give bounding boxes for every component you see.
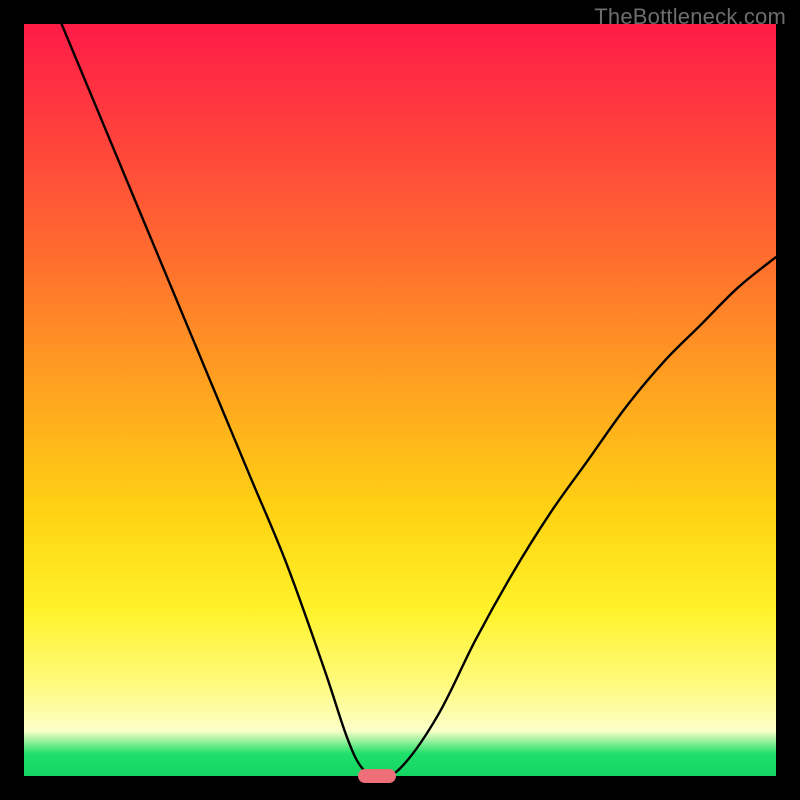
chart-frame: TheBottleneck.com [0, 0, 800, 800]
bottleneck-curve [24, 24, 776, 776]
plot-area [24, 24, 776, 776]
bottleneck-curve-path [62, 24, 776, 776]
optimal-marker [358, 769, 396, 783]
